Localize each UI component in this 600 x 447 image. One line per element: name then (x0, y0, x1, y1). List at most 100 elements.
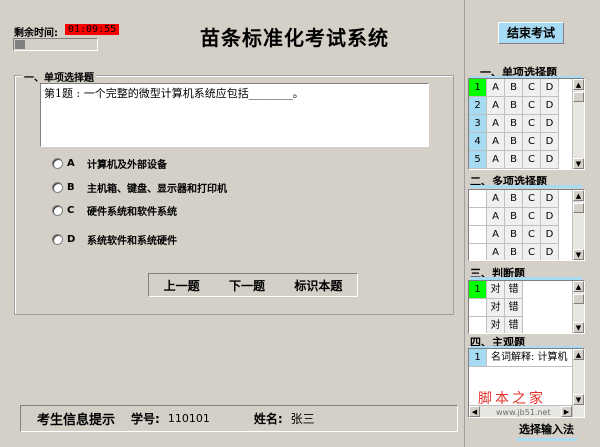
student-id-value: 110101 (167, 412, 210, 425)
multi-answer-cell[interactable]: D (541, 244, 559, 260)
input-method-button[interactable]: 选择输入法 (516, 420, 577, 441)
judge-scrollbar[interactable]: ▲ ▼ (572, 281, 584, 333)
multi-answer-cell[interactable]: D (541, 226, 559, 244)
judge-grid: 1对错对错对错 ▲ ▼ (468, 280, 585, 334)
single-answer-cell[interactable]: D (541, 79, 559, 97)
multi-answer-cell[interactable]: D (541, 208, 559, 226)
judge-row[interactable]: 对错 (469, 299, 584, 317)
next-question-button[interactable]: 下一题 (225, 277, 269, 294)
scroll-up-icon[interactable]: ▲ (573, 349, 584, 360)
multi-answer-cell[interactable]: A (487, 190, 505, 208)
single-choice-scrollbar[interactable]: ▲ ▼ (572, 79, 584, 169)
scroll-thumb[interactable] (573, 294, 584, 304)
option-d[interactable]: D 系统软件和系统硬件 (52, 232, 177, 247)
single-answer-cell[interactable]: C (523, 97, 541, 115)
multi-answer-cell[interactable]: D (541, 190, 559, 208)
single-answer-cell[interactable]: B (505, 97, 523, 115)
multi-number[interactable] (469, 208, 487, 226)
radio-a[interactable] (52, 158, 63, 169)
scroll-up-icon[interactable]: ▲ (573, 190, 584, 201)
multi-number[interactable] (469, 226, 487, 244)
scroll-down-icon[interactable]: ▼ (573, 394, 584, 405)
single-row[interactable]: 2ABCD (469, 97, 584, 115)
single-answer-cell[interactable]: D (541, 133, 559, 151)
judge-answer-cell[interactable]: 对 (487, 317, 505, 333)
single-answer-cell[interactable]: B (505, 151, 523, 169)
single-number[interactable]: 4 (469, 133, 487, 151)
subjective-number[interactable]: 1 (469, 349, 487, 367)
judge-number[interactable]: 1 (469, 281, 487, 299)
scroll-thumb[interactable] (573, 92, 584, 102)
judge-answer-cell[interactable]: 对 (487, 299, 505, 317)
scroll-up-icon[interactable]: ▲ (573, 79, 584, 90)
multi-answer-cell[interactable]: B (505, 226, 523, 244)
radio-b[interactable] (52, 182, 63, 193)
prev-question-button[interactable]: 上一题 (160, 277, 204, 294)
multi-answer-cell[interactable]: C (523, 190, 541, 208)
single-answer-cell[interactable]: A (487, 133, 505, 151)
single-number[interactable]: 3 (469, 115, 487, 133)
judge-answer-cell[interactable]: 错 (505, 317, 523, 333)
multi-answer-cell[interactable]: A (487, 244, 505, 260)
single-answer-cell[interactable]: A (487, 115, 505, 133)
multi-number[interactable] (469, 190, 487, 208)
multi-number[interactable] (469, 244, 487, 260)
multi-answer-cell[interactable]: C (523, 208, 541, 226)
single-answer-cell[interactable]: A (487, 151, 505, 169)
single-answer-cell[interactable]: D (541, 115, 559, 133)
option-a[interactable]: A 计算机及外部设备 (52, 156, 167, 171)
mark-question-button[interactable]: 标识本题 (290, 277, 346, 294)
single-row[interactable]: 4ABCD (469, 133, 584, 151)
judge-number[interactable] (469, 299, 487, 317)
subjective-row[interactable]: 1 名词解释: 计算机 (469, 349, 584, 367)
single-row[interactable]: 3ABCD (469, 115, 584, 133)
single-number[interactable]: 5 (469, 151, 487, 169)
single-answer-cell[interactable]: C (523, 79, 541, 97)
multi-answer-cell[interactable]: C (523, 244, 541, 260)
judge-answer-cell[interactable]: 对 (487, 281, 505, 299)
multi-answer-cell[interactable]: A (487, 208, 505, 226)
end-exam-button[interactable]: 结束考试 (498, 22, 564, 44)
option-b[interactable]: B 主机箱、键盘、显示器和打印机 (52, 180, 227, 195)
scroll-down-icon[interactable]: ▼ (573, 158, 584, 169)
single-answer-cell[interactable]: D (541, 97, 559, 115)
single-answer-cell[interactable]: A (487, 79, 505, 97)
scroll-right-icon[interactable]: ▶ (561, 406, 572, 417)
single-answer-cell[interactable]: C (523, 133, 541, 151)
single-answer-cell[interactable]: C (523, 151, 541, 169)
single-answer-cell[interactable]: A (487, 97, 505, 115)
subjective-scrollbar[interactable]: ▲ ▼ (572, 349, 584, 417)
single-row[interactable]: 5ABCD (469, 151, 584, 169)
multi-row[interactable]: ABCD (469, 226, 584, 244)
scroll-down-icon[interactable]: ▼ (573, 322, 584, 333)
single-number[interactable]: 2 (469, 97, 487, 115)
radio-d[interactable] (52, 234, 63, 245)
single-answer-cell[interactable]: D (541, 151, 559, 169)
scroll-down-icon[interactable]: ▼ (573, 249, 584, 260)
judge-answer-cell[interactable]: 错 (505, 299, 523, 317)
multi-answer-cell[interactable]: B (505, 244, 523, 260)
judge-rows: 1对错对错对错 (469, 281, 584, 333)
single-answer-cell[interactable]: B (505, 79, 523, 97)
single-row[interactable]: 1ABCD (469, 79, 584, 97)
multi-row[interactable]: ABCD (469, 208, 584, 226)
radio-c[interactable] (52, 205, 63, 216)
judge-answer-cell[interactable]: 错 (505, 281, 523, 299)
option-c[interactable]: C 硬件系统和软件系统 (52, 203, 177, 218)
multi-answer-cell[interactable]: A (487, 226, 505, 244)
judge-row[interactable]: 1对错 (469, 281, 584, 299)
judge-number[interactable] (469, 317, 487, 333)
judge-row[interactable]: 对错 (469, 317, 584, 333)
scroll-up-icon[interactable]: ▲ (573, 281, 584, 292)
multi-row[interactable]: ABCD (469, 190, 584, 208)
single-answer-cell[interactable]: C (523, 115, 541, 133)
single-number[interactable]: 1 (469, 79, 487, 97)
multi-choice-scrollbar[interactable]: ▲ ▼ (572, 190, 584, 260)
scroll-thumb[interactable] (573, 203, 584, 213)
multi-answer-cell[interactable]: B (505, 190, 523, 208)
single-answer-cell[interactable]: B (505, 115, 523, 133)
multi-answer-cell[interactable]: B (505, 208, 523, 226)
single-answer-cell[interactable]: B (505, 133, 523, 151)
multi-answer-cell[interactable]: C (523, 226, 541, 244)
multi-row[interactable]: ABCD (469, 244, 584, 260)
